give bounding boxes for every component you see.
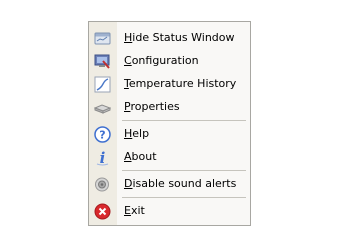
menu-item-label: emperature History [128, 77, 237, 90]
menu-item-about[interactable]: i About [89, 146, 250, 168]
temperature-graph-icon [94, 76, 111, 93]
menu-item-label: ide Status Window [132, 31, 235, 44]
info-icon: i [94, 149, 111, 167]
menu-item-label: bout [131, 150, 157, 163]
menu-mnemonic: E [124, 204, 131, 217]
menu-separator [122, 120, 246, 121]
speaker-icon [94, 176, 111, 193]
menu-item-label: elp [132, 127, 150, 140]
properties-icon [93, 99, 112, 116]
exit-icon [94, 203, 111, 220]
menu-item-label: roperties [130, 100, 180, 113]
menu-item-hide-status-window[interactable]: Hide Status Window [89, 27, 250, 49]
menu-item-help[interactable]: ? Help [89, 123, 250, 145]
menu-item-properties[interactable]: Properties [89, 96, 250, 118]
menu-item-label: xit [130, 204, 145, 217]
menu-item-label: onfiguration [131, 54, 199, 67]
help-icon: ? [94, 126, 111, 143]
menu-item-temperature-history[interactable]: Temperature History [89, 73, 250, 95]
menu-mnemonic: A [124, 150, 132, 163]
menu-separator [122, 197, 246, 198]
configuration-icon [94, 53, 111, 70]
menu-mnemonic: C [124, 54, 132, 67]
menu-item-exit[interactable]: Exit [89, 200, 250, 222]
menu-item-disable-sound-alerts[interactable]: Disable sound alerts [89, 173, 250, 195]
menu-item-configuration[interactable]: Configuration [89, 50, 250, 72]
svg-text:?: ? [99, 129, 105, 142]
status-window-icon [94, 30, 111, 47]
menu-separator [122, 170, 246, 171]
menu-item-label: isable sound alerts [132, 177, 237, 190]
svg-text:i: i [100, 149, 106, 166]
context-menu: Hide Status Window Configuration Tempera… [88, 21, 251, 226]
